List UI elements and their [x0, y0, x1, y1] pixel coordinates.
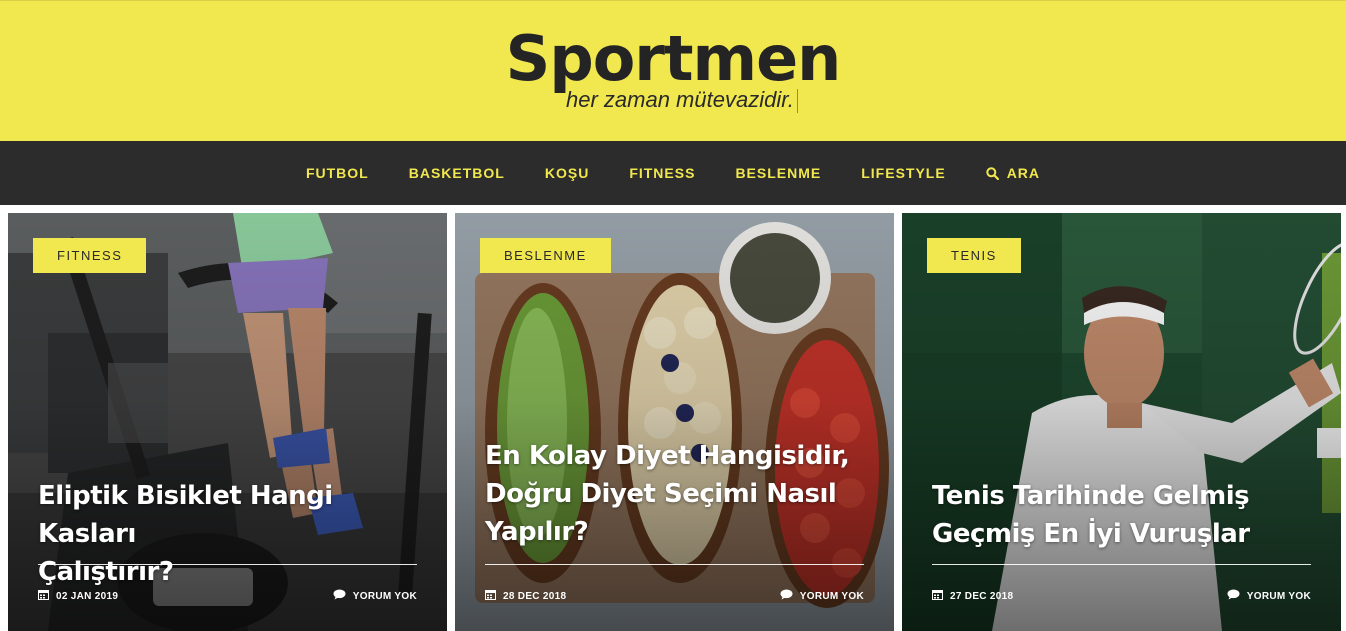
- post-comments[interactable]: YORUM YOK: [780, 589, 864, 603]
- nav-search[interactable]: ARA: [985, 165, 1041, 181]
- post-date-text: 28 DEC 2018: [503, 590, 567, 602]
- category-badge[interactable]: FITNESS: [33, 238, 147, 273]
- comment-icon: [780, 589, 793, 603]
- category-badge[interactable]: BESLENME: [480, 238, 611, 273]
- post-date: 28 DEC 2018: [485, 589, 566, 603]
- tagline-text: her zaman mütevazidir.: [566, 87, 794, 112]
- comment-icon: [333, 589, 346, 603]
- site-header: Sportmen her zaman mütevazidir.: [0, 0, 1346, 141]
- calendar-icon: [485, 589, 496, 603]
- calendar-icon: [38, 589, 49, 603]
- comment-icon: [1227, 589, 1240, 603]
- post-card-fitness[interactable]: FITNESS Eliptik Bisiklet Hangi Kasları Ç…: [8, 213, 447, 631]
- post-date: 02 JAN 2019: [38, 589, 118, 603]
- post-title[interactable]: En Kolay Diyet Hangisidir, Doğru Diyet S…: [485, 437, 864, 551]
- post-title-line: Çalıştırır?: [38, 557, 174, 587]
- post-comments-text: YORUM YOK: [352, 590, 417, 602]
- post-date: 27 DEC 2018: [932, 589, 1013, 603]
- category-badge[interactable]: TENIS: [927, 238, 1021, 273]
- post-title-line: Yapılır?: [485, 517, 589, 547]
- post-date-text: 02 JAN 2019: [56, 590, 119, 602]
- post-title-line: Doğru Diyet Seçimi Nasıl: [485, 479, 837, 509]
- nav-item-lifestyle[interactable]: LIFESTYLE: [861, 165, 945, 181]
- post-comments-text: YORUM YOK: [799, 590, 864, 602]
- post-title-line: En Kolay Diyet Hangisidir,: [485, 441, 850, 471]
- site-logo[interactable]: Sportmen: [0, 23, 1346, 95]
- nav-item-basketbol[interactable]: BASKETBOL: [409, 165, 505, 181]
- post-comments[interactable]: YORUM YOK: [1227, 589, 1311, 603]
- card-divider: [485, 564, 864, 565]
- nav-item-beslenme[interactable]: BESLENME: [735, 165, 821, 181]
- post-title[interactable]: Eliptik Bisiklet Hangi Kasları Çalıştırı…: [38, 477, 417, 591]
- image-overlay: [455, 213, 894, 631]
- site-tagline: her zaman mütevazidir.: [566, 86, 798, 114]
- post-title[interactable]: Tenis Tarihinde Gelmiş Geçmiş En İyi Vur…: [932, 477, 1311, 553]
- post-title-line: Eliptik Bisiklet Hangi Kasları: [38, 481, 333, 549]
- post-card-beslenme[interactable]: BESLENME En Kolay Diyet Hangisidir, Doğr…: [455, 213, 894, 631]
- post-comments-text: YORUM YOK: [1246, 590, 1311, 602]
- main-nav: FUTBOL BASKETBOL KOŞU FITNESS BESLENME L…: [0, 141, 1346, 205]
- post-title-line: Tenis Tarihinde Gelmiş: [932, 481, 1250, 511]
- nav-item-fitness[interactable]: FITNESS: [629, 165, 695, 181]
- card-divider: [38, 564, 417, 565]
- search-label: ARA: [1006, 165, 1041, 181]
- search-icon: [985, 166, 999, 180]
- card-divider: [932, 564, 1311, 565]
- nav-item-futbol[interactable]: FUTBOL: [306, 165, 369, 181]
- post-card-tenis[interactable]: TENIS Tenis Tarihinde Gelmiş Geçmiş En İ…: [902, 213, 1341, 631]
- image-overlay: [902, 213, 1341, 631]
- post-title-line: Geçmiş En İyi Vuruşlar: [932, 519, 1250, 549]
- nav-item-kosu[interactable]: KOŞU: [545, 165, 589, 181]
- post-date-text: 27 DEC 2018: [950, 590, 1014, 602]
- calendar-icon: [932, 589, 943, 603]
- featured-posts: FITNESS Eliptik Bisiklet Hangi Kasları Ç…: [0, 213, 1346, 631]
- text-cursor: [796, 89, 798, 114]
- post-comments[interactable]: YORUM YOK: [333, 589, 417, 603]
